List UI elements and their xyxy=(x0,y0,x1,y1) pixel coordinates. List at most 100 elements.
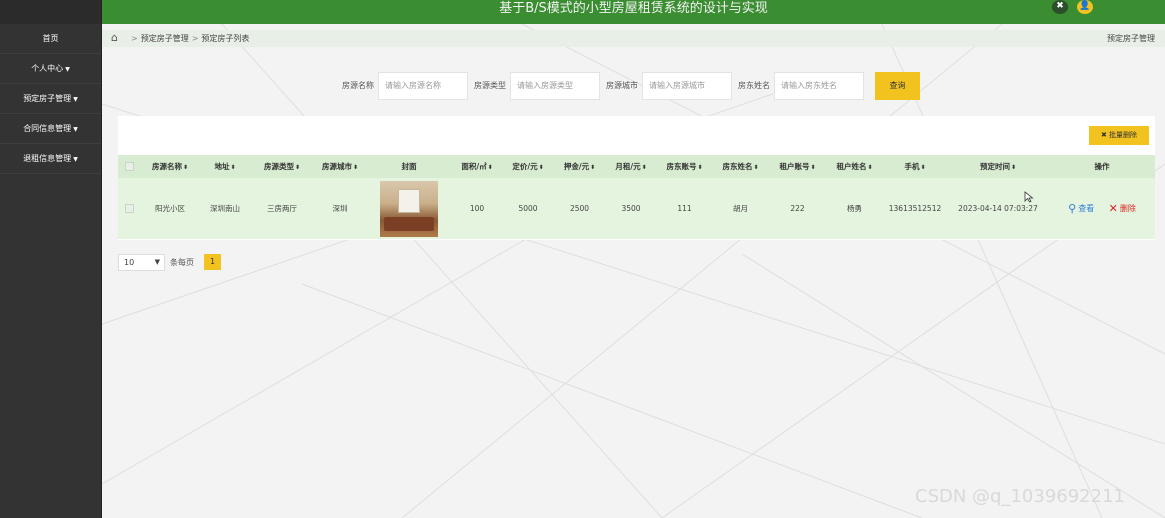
watermark: CSDN @q_1039692211 xyxy=(915,486,1125,507)
column-header-area[interactable]: 面积/㎡⬍ xyxy=(452,155,502,178)
mouse-cursor-icon xyxy=(1024,191,1034,203)
sidebar-item-contract[interactable]: 合同信息管理 ▼ xyxy=(0,114,101,144)
cell-deposit: 2500 xyxy=(569,204,590,213)
sidebar-item-label: 合同信息管理 xyxy=(23,124,72,133)
batch-delete-label: 批量删除 xyxy=(1109,131,1138,139)
house-name-input[interactable]: 请输入房源名称 xyxy=(378,71,468,100)
view-button[interactable]: ⚲ 查看 xyxy=(1068,202,1094,215)
breadcrumb-current-module: 预定房子管理 xyxy=(1107,34,1155,43)
cell-house-name: 阳光小区 xyxy=(155,204,185,213)
table-header-row: 房源名称⬍ 地址⬍ 房源类型⬍ 房源城市⬍ 封面 面积/㎡⬍ 定价/元⬍ 押金/… xyxy=(118,155,1155,178)
sidebar-item-label: 退租信息管理 xyxy=(23,154,72,163)
sort-icon: ⬍ xyxy=(230,164,236,171)
reservation-table: 房源名称⬍ 地址⬍ 房源类型⬍ 房源城市⬍ 封面 面积/㎡⬍ 定价/元⬍ 押金/… xyxy=(118,155,1155,239)
sort-icon: ⬍ xyxy=(294,164,301,171)
settings-icon[interactable]: ✖ xyxy=(1052,0,1068,14)
cell-area: 100 xyxy=(469,204,485,213)
cell-tenant-name: 杨勇 xyxy=(847,204,862,213)
column-header-rent[interactable]: 月租/元⬍ xyxy=(605,155,657,178)
column-header-phone[interactable]: 手机⬍ xyxy=(883,155,947,178)
column-header-landlord-name[interactable]: 房东姓名⬍ xyxy=(712,155,769,178)
landlord-name-input[interactable]: 请输入房东姓名 xyxy=(774,71,864,100)
cell-reserve-time: 2023-04-14 07:03:27 xyxy=(958,204,1038,213)
cell-address: 深圳南山 xyxy=(210,204,240,213)
search-label-house-type: 房源类型 xyxy=(474,81,506,90)
user-avatar-icon[interactable]: 👤 xyxy=(1077,0,1093,14)
table-row: 阳光小区 深圳南山 三房两厅 深圳 100 5000 2500 3500 111… xyxy=(118,178,1155,239)
header-bar: 基于B/S模式的小型房屋租赁系统的设计与实现 ✖ 👤 xyxy=(102,0,1165,24)
house-type-input[interactable]: 请输入房源类型 xyxy=(510,71,600,100)
select-all-checkbox[interactable] xyxy=(118,155,140,178)
sidebar-item-label: 预定房子管理 xyxy=(23,94,72,103)
column-header-tenant-name[interactable]: 租户姓名⬍ xyxy=(826,155,883,178)
sidebar-item-reservation[interactable]: 预定房子管理 ▼ xyxy=(0,84,101,114)
main-content: ⌂ > 预定房子管理 > 预定房子列表 预定房子管理 房源名称 请输入房源名称 房源类… xyxy=(102,24,1165,518)
column-header-cover: 封面 xyxy=(401,162,417,171)
home-icon[interactable]: ⌂ xyxy=(111,32,118,44)
column-header-house-type[interactable]: 房源类型⬍ xyxy=(250,155,314,178)
table-panel: ✖ 批量删除 房源名称⬍ 地址⬍ 房源类型⬍ 房源城市⬍ 封面 面积/㎡⬍ 定价… xyxy=(118,116,1155,240)
sort-icon: ⬍ xyxy=(1010,164,1017,171)
cell-actions: ⚲ 查看 ✕ 删除 xyxy=(1049,178,1155,239)
column-header-house-name[interactable]: 房源名称⬍ xyxy=(140,155,200,178)
sidebar-item-checkout[interactable]: 退租信息管理 ▼ xyxy=(0,144,101,174)
column-header-landlord-account[interactable]: 房东账号⬍ xyxy=(657,155,712,178)
sidebar-item-personal-center[interactable]: 个人中心 ▼ xyxy=(0,54,101,84)
house-city-input[interactable]: 请输入房源城市 xyxy=(642,71,732,100)
cell-cover xyxy=(366,178,452,239)
column-header-actions: 操作 xyxy=(1094,162,1110,171)
sidebar-item-label: 个人中心 xyxy=(31,64,64,73)
column-header-tenant-account[interactable]: 租户账号⬍ xyxy=(769,155,826,178)
page-button-current[interactable]: 1 xyxy=(204,254,221,270)
cover-image[interactable] xyxy=(380,180,438,237)
breadcrumb-separator: > xyxy=(131,34,138,43)
sidebar-top xyxy=(0,0,101,24)
breadcrumb-separator: > xyxy=(191,34,199,43)
column-header-price[interactable]: 定价/元⬍ xyxy=(502,155,554,178)
per-page-label: 条每页 xyxy=(170,257,194,267)
search-bar: 房源名称 请输入房源名称 房源类型 请输入房源类型 房源城市 请输入房源城市 房… xyxy=(342,71,920,100)
search-button[interactable]: 查询 xyxy=(875,71,920,100)
sort-icon: ⬍ xyxy=(590,164,596,171)
sort-icon: ⬍ xyxy=(182,164,189,171)
cell-price: 5000 xyxy=(518,204,538,213)
cell-landlord-account: 111 xyxy=(677,204,692,213)
row-checkbox[interactable] xyxy=(118,178,140,239)
sort-icon: ⬍ xyxy=(487,164,493,171)
breadcrumb-item-reservation[interactable]: 预定房子管理 xyxy=(141,34,189,43)
column-header-deposit[interactable]: 押金/元⬍ xyxy=(554,155,605,178)
chevron-down-icon: ▼ xyxy=(154,257,160,266)
sidebar-item-home[interactable]: 首页 xyxy=(0,24,101,54)
cell-rent: 3500 xyxy=(621,204,641,213)
batch-delete-button[interactable]: ✖ 批量删除 xyxy=(1089,126,1149,145)
close-icon: ✖ xyxy=(1100,131,1110,139)
app-title: 基于B/S模式的小型房屋租赁系统的设计与实现 xyxy=(499,1,768,16)
close-icon: ✕ xyxy=(1108,202,1118,215)
sidebar: 首页 个人中心 ▼ 预定房子管理 ▼ 合同信息管理 ▼ 退租信息管理 ▼ xyxy=(0,0,102,518)
breadcrumb: ⌂ > 预定房子管理 > 预定房子列表 预定房子管理 xyxy=(102,30,1165,47)
cell-phone: 13613512512 xyxy=(888,204,942,213)
sort-icon: ⬍ xyxy=(697,164,703,171)
page-size-select[interactable]: 10 ▼ xyxy=(118,253,165,271)
caret-down-icon: ▼ xyxy=(73,126,78,133)
delete-button[interactable]: ✕ 删除 xyxy=(1109,202,1136,215)
column-header-address[interactable]: 地址⬍ xyxy=(200,155,250,178)
breadcrumb-item-list: 预定房子列表 xyxy=(201,34,250,43)
caret-down-icon: ▼ xyxy=(73,156,78,163)
sidebar-item-label: 首页 xyxy=(42,34,59,43)
sort-icon: ⬍ xyxy=(753,164,759,171)
cell-house-type: 三房两厅 xyxy=(267,204,297,213)
sort-icon: ⬍ xyxy=(867,164,873,171)
cell-house-city: 深圳 xyxy=(332,204,348,213)
sort-icon: ⬍ xyxy=(538,164,544,171)
sort-icon: ⬍ xyxy=(641,164,647,171)
cell-tenant-account: 222 xyxy=(790,204,805,213)
caret-down-icon: ▼ xyxy=(65,66,70,73)
column-header-reserve-time[interactable]: 预定时间⬍ xyxy=(947,155,1049,178)
sort-icon: ⬍ xyxy=(810,164,816,171)
cell-landlord-name: 胡月 xyxy=(733,204,748,213)
search-label-landlord-name: 房东姓名 xyxy=(738,81,770,90)
sort-icon: ⬍ xyxy=(920,164,926,171)
column-header-house-city[interactable]: 房源城市⬍ xyxy=(314,155,366,178)
search-label-house-name: 房源名称 xyxy=(342,81,374,90)
